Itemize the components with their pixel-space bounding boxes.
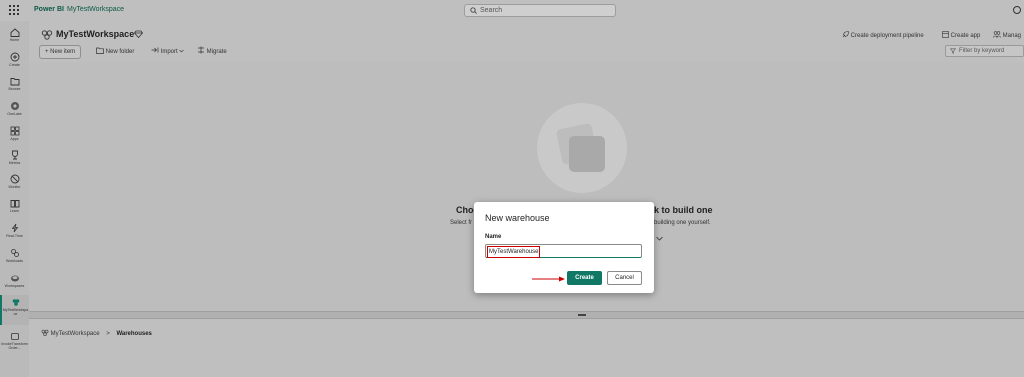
migrate-icon [198,46,204,54]
rail-item-apps[interactable]: Apps [0,126,29,141]
bottom-pane: MyTestWorkspace > Warehouses [29,319,1024,377]
import-icon [151,47,159,53]
workspace-icon [41,30,53,40]
cancel-button[interactable]: Cancel [607,271,642,285]
pipeline-icon [10,333,19,340]
migrate-button[interactable]: Migrate [197,46,227,58]
onelake-icon [10,102,19,110]
folder-icon [10,78,19,86]
workspace-header: MyTestWorkspace + New item New folder Im… [29,21,1024,63]
rail-item-home[interactable]: Home [0,28,29,42]
workspace-icon [41,329,49,336]
rail-label: Create [9,63,20,67]
search-box[interactable]: Search [464,4,616,17]
dialog-title: New warehouse [485,213,550,223]
new-item-button[interactable]: + New item [39,45,82,59]
rail-label: Monitor [8,185,21,189]
plus-circle-icon [10,52,19,62]
folder-add-icon [96,47,104,54]
create-button[interactable]: Create [567,271,602,285]
filter-placeholder: Filter by keyword [959,48,1005,54]
book-icon [10,200,19,208]
import-label: Import [160,49,178,55]
empty-state-subtitle-left: Select fr [450,220,473,226]
create-app-button[interactable]: Create app [942,31,980,39]
rail-item-browse[interactable]: Browse [0,77,29,91]
app-icon [942,31,949,38]
apps-icon [10,126,19,136]
empty-state-title-right: k to build one [654,205,713,215]
rail-item-create[interactable]: Create [0,52,29,67]
manage-label: Manag [1002,33,1022,39]
left-rail: Home Create Browse OneLake Apps Metrics … [0,21,30,377]
breadcrumb-current: Warehouses [116,331,152,337]
pane-splitter[interactable] [29,311,1024,319]
rail-label: Workloads [6,259,23,263]
rail-item-metrics[interactable]: Metrics [0,150,29,165]
warehouse-name-input[interactable]: MyTestWarehouse [485,244,642,258]
chevron-down-icon[interactable] [656,236,663,241]
workloads-icon [10,249,19,257]
chevron-down-icon [179,49,185,53]
drag-handle-icon[interactable] [578,314,586,316]
workspace-icon [12,299,19,306]
workspaces-icon [10,275,19,282]
rail-label: Learn [9,209,20,213]
breadcrumb-separator: > [106,331,110,337]
rail-item-onelake[interactable]: OneLake [0,101,29,116]
breadcrumb-workspace-link[interactable]: MyTestWorkspace [67,6,124,13]
deployment-label: Create deployment pipeline [850,33,924,39]
rail-label: Real-Time [6,234,23,238]
new-folder-label: New folder [105,49,135,55]
rail-item-learn[interactable]: Learn [0,199,29,213]
home-icon [10,28,19,37]
arrow-right-icon [532,276,565,282]
rail-item-workspaces[interactable]: Workspaces [0,274,29,288]
create-app-label: Create app [950,33,981,39]
app-launcher-icon[interactable] [9,5,19,15]
rail-label: Browse [8,87,21,91]
rail-item-monitor[interactable]: Monitor [0,174,29,189]
brand-label[interactable]: Power BI [34,6,64,13]
filter-input[interactable]: Filter by keyword [945,45,1024,57]
empty-state-subtitle-right: building one yourself. [654,220,711,226]
rail-label: Home [9,38,20,42]
rail-label: MyTestWorkspace [2,308,29,316]
lightning-icon [11,223,18,233]
rail-label: Apps [10,137,19,141]
rail-item-current-workspace[interactable]: MyTestWorkspace [0,295,29,325]
rail-item-pipeline[interactable]: InvokeTransformOrder... [0,332,29,350]
warehouse-name-value: MyTestWarehouse [487,246,541,258]
premium-diamond-icon [134,30,143,38]
rail-label: Workspaces [4,284,25,288]
new-folder-button[interactable]: New folder [96,46,134,58]
rail-item-real-time[interactable]: Real-Time [0,223,29,238]
page-title: MyTestWorkspace [56,29,135,39]
new-warehouse-dialog: New warehouse Name MyTestWarehouse Creat… [474,202,654,293]
people-icon [993,31,1001,38]
filter-icon [950,48,956,54]
rail-label: InvokeTransformOrder... [1,342,28,350]
breadcrumb-workspace[interactable]: MyTestWorkspace [51,331,100,337]
monitor-icon [10,174,19,184]
account-icon[interactable] [1013,6,1021,14]
name-label: Name [485,234,502,240]
top-bar: Power BI MyTestWorkspace Search [0,0,1024,22]
rail-item-workloads[interactable]: Workloads [0,248,29,263]
rocket-icon [842,31,849,38]
create-deployment-pipeline-button[interactable]: Create deployment pipeline [842,31,924,39]
trophy-icon [11,150,18,160]
rail-label: Metrics [8,161,21,165]
search-icon [470,7,477,14]
search-placeholder: Search [480,7,503,14]
rail-label: OneLake [7,112,22,116]
empty-state-illustration [537,103,627,193]
manage-access-button[interactable]: Manag [993,31,1021,39]
migrate-label: Migrate [206,49,227,55]
breadcrumb: MyTestWorkspace > Warehouses [41,329,152,337]
import-button[interactable]: Import [151,46,185,58]
